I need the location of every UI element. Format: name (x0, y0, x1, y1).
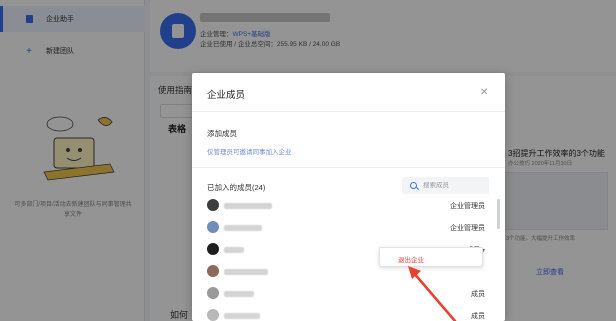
joined-members-label: 已加入的成员(24) (207, 183, 266, 192)
member-role: 成员 (471, 291, 485, 298)
avatar (207, 199, 219, 211)
members-modal: 企业成员 ✕ 添加成员 仅管理员可邀请同事加入企业 已加入的成员(24) 企业管… (192, 73, 505, 321)
divider (192, 167, 505, 168)
member-row: 成员 (192, 305, 505, 321)
avatar (207, 309, 219, 321)
member-role: 成员 (471, 313, 485, 320)
member-name-redacted (224, 203, 272, 209)
member-search-box[interactable] (402, 177, 489, 194)
avatar (207, 287, 219, 299)
member-row: 企业管理员 (192, 217, 505, 239)
member-name-redacted (224, 247, 244, 253)
member-role: 企业管理员 (450, 225, 485, 232)
add-member-note: 仅管理员可邀请同事加入企业 (207, 149, 292, 156)
avatar (207, 265, 219, 277)
member-name-redacted (224, 291, 254, 297)
member-name-redacted (224, 269, 268, 275)
member-search-input[interactable] (423, 182, 488, 189)
member-list-scrollbar[interactable] (497, 199, 500, 229)
avatar (207, 221, 219, 233)
leave-enterprise-option[interactable]: 退出企业 (398, 254, 424, 264)
close-icon[interactable]: ✕ (480, 87, 488, 98)
role-dropdown-menu: 退出企业 (379, 247, 483, 267)
member-name-redacted (224, 225, 262, 231)
modal-title: 企业成员 (207, 90, 246, 101)
search-icon (410, 182, 417, 189)
divider (192, 111, 505, 112)
member-role: 企业管理员 (450, 203, 485, 210)
add-member-label: 添加成员 (207, 129, 237, 138)
member-row: 成员 (192, 283, 505, 305)
avatar (207, 243, 219, 255)
member-row: 企业管理员 (192, 195, 505, 217)
member-name-redacted (224, 313, 260, 319)
